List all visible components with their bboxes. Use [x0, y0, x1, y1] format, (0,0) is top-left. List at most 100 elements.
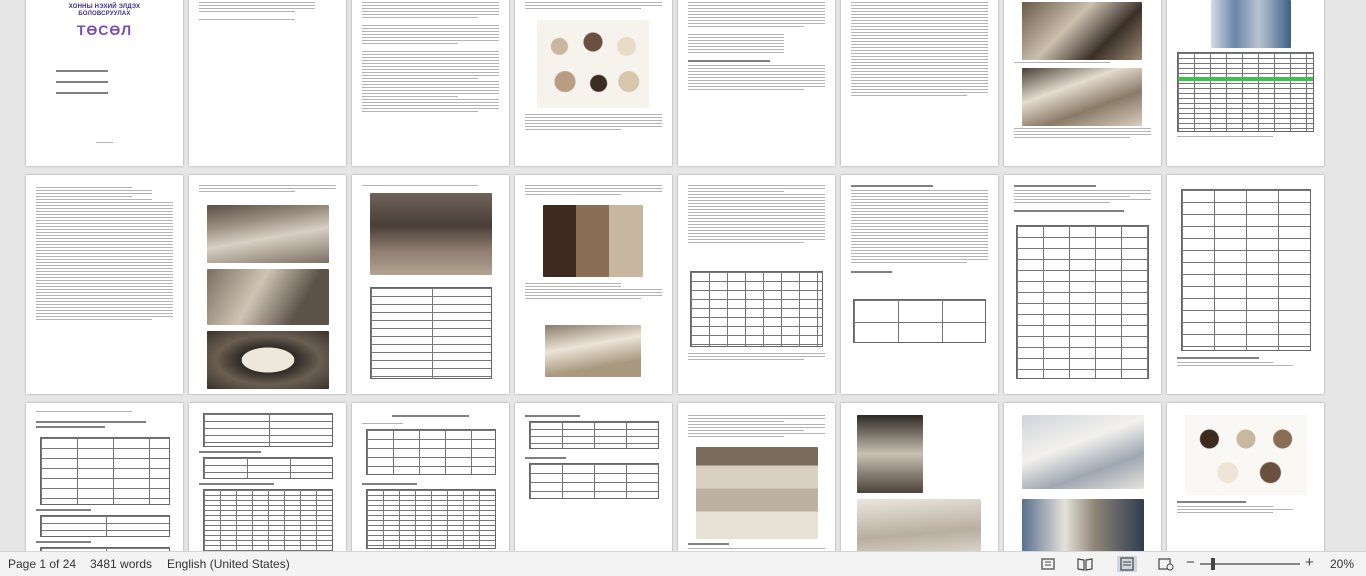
zoom-level[interactable]: 20%	[1330, 557, 1354, 571]
page-text-block	[525, 415, 662, 420]
sales-table	[366, 429, 496, 475]
page-text-block	[1014, 185, 1151, 215]
finance-table	[203, 413, 333, 447]
sheepskin-slippers-photo	[1022, 499, 1144, 551]
document-page[interactable]	[515, 175, 672, 394]
document-page[interactable]	[515, 403, 672, 551]
read-mode-icon[interactable]	[1077, 556, 1093, 572]
document-page[interactable]	[1004, 175, 1161, 394]
person-photo	[370, 193, 492, 275]
cover-title: ХОННЫ НЭХИЙ ЭЛДЭХ БОЛОВСРУУЛАХ	[40, 4, 169, 18]
web-layout-icon[interactable]	[1158, 556, 1174, 572]
document-page[interactable]	[1167, 403, 1324, 551]
finished-products-image	[1185, 415, 1307, 495]
cover-title-line2: БОЛОВСРУУЛАХ	[78, 11, 131, 17]
page-text-block	[525, 114, 662, 132]
document-page[interactable]	[841, 403, 998, 551]
document-page[interactable]	[1004, 403, 1161, 551]
document-page[interactable]	[352, 0, 509, 166]
cover-meta-lines	[56, 70, 143, 97]
page-text-block	[1177, 357, 1314, 368]
page-text-block	[362, 185, 499, 188]
document-page[interactable]	[1167, 175, 1324, 394]
document-page[interactable]: ХОННЫ НЭХИЙ ЭЛДЭХ БОЛОВСРУУЛАХ ТӨСӨЛ	[26, 0, 183, 166]
document-page[interactable]	[26, 403, 183, 551]
plan-table	[40, 437, 170, 505]
image-caption	[1014, 62, 1151, 65]
profit-table	[529, 463, 659, 499]
page-text-block	[688, 353, 825, 362]
document-page[interactable]	[515, 0, 672, 166]
wool-stacks-photo	[696, 447, 818, 539]
page-text-block	[362, 2, 499, 114]
page-text-block	[362, 423, 499, 426]
page-text-block	[199, 483, 336, 488]
page-counter[interactable]: Page 1 of 24	[8, 557, 76, 571]
summary-table	[40, 515, 170, 537]
wool-batts-photo	[1022, 415, 1144, 489]
investment-table	[203, 457, 333, 479]
risk-table	[853, 299, 986, 343]
language-indicator[interactable]: English (United States)	[167, 557, 290, 571]
document-page[interactable]	[1167, 0, 1324, 166]
page-text-block	[36, 411, 173, 431]
document-page[interactable]	[841, 175, 998, 394]
status-bar: Page 1 of 24 3481 words English (United …	[0, 551, 1366, 576]
equipment-table	[1177, 52, 1314, 132]
print-layout-icon[interactable]	[1117, 556, 1137, 572]
document-canvas[interactable]: ХОННЫ НЭХИЙ ЭЛДЭХ БОЛОВСРУУЛАХ ТӨСӨЛ	[0, 0, 1366, 551]
page-text-block	[392, 415, 469, 420]
document-page[interactable]	[352, 175, 509, 394]
staff-table	[1016, 225, 1149, 379]
sheepskin-products-image	[537, 20, 649, 108]
cover-brand-title: ТӨСӨЛ	[76, 22, 133, 38]
page-text-block	[688, 185, 825, 245]
page-text-block	[362, 483, 499, 488]
page-text-block	[688, 543, 825, 551]
wool-roll-photo	[545, 325, 641, 377]
info-table	[370, 287, 492, 379]
revenue-table	[203, 489, 333, 551]
page-text-block	[525, 283, 662, 301]
document-page[interactable]	[189, 403, 346, 551]
page-text-block	[36, 187, 173, 322]
zoom-slider[interactable]	[1200, 563, 1300, 565]
zoom-in-button[interactable]: +	[1305, 554, 1314, 571]
document-page[interactable]	[1004, 0, 1161, 166]
document-page[interactable]	[678, 0, 835, 166]
word-count[interactable]: 3481 words	[90, 557, 152, 571]
process-table	[690, 271, 823, 347]
document-page[interactable]	[26, 175, 183, 394]
document-page[interactable]	[189, 175, 346, 394]
page-text-block	[688, 2, 825, 92]
page-text-block	[525, 2, 662, 11]
sheepskin-closeup-photo	[207, 331, 329, 389]
zoom-slider-thumb[interactable]	[1211, 558, 1215, 570]
focus-mode-icon[interactable]	[1040, 556, 1056, 572]
document-page[interactable]	[678, 175, 835, 394]
page-text-block	[199, 451, 336, 456]
page-text-block	[1177, 501, 1314, 515]
fleece-photo	[857, 499, 981, 551]
hide-drying-photo	[207, 269, 329, 325]
page-text-block	[688, 415, 825, 439]
footwear-products-image	[543, 205, 643, 277]
page-text-block	[851, 185, 988, 276]
page-text-block	[36, 509, 173, 514]
page-text-block	[199, 185, 336, 194]
page-text-block	[851, 2, 988, 98]
cover-title-line1: ХОННЫ НЭХИЙ ЭЛДЭХ	[68, 4, 141, 10]
expense-table	[366, 489, 496, 549]
page-text-block	[199, 2, 336, 22]
page-text-block	[1177, 136, 1314, 139]
page-text-block	[36, 541, 173, 546]
document-page[interactable]	[678, 403, 835, 551]
document-page[interactable]	[841, 0, 998, 166]
document-page[interactable]	[352, 403, 509, 551]
document-page[interactable]	[189, 0, 346, 166]
zoom-out-button[interactable]: −	[1186, 554, 1195, 571]
page-text-block	[1014, 128, 1151, 140]
income-table	[529, 421, 659, 449]
cost-table	[1181, 189, 1311, 351]
page-text-block	[525, 185, 662, 197]
